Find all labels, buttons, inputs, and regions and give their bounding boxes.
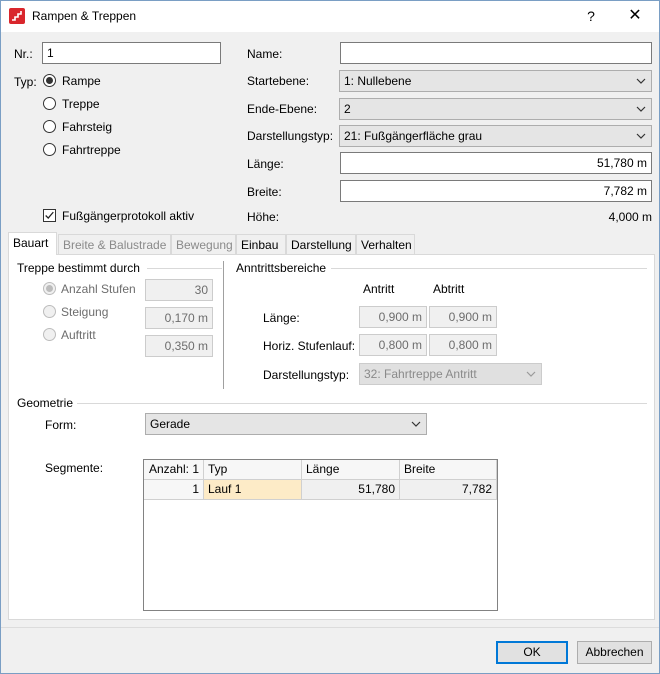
type-treppe-label: Treppe [62, 97, 100, 111]
horiz-stufenlauf-label: Horiz. Stufenlauf: [263, 339, 356, 353]
laenge-input[interactable]: 51,780 m [340, 152, 652, 174]
segments-header-anzahl[interactable]: Anzahl: 1 [144, 460, 204, 480]
footer-separator [1, 627, 659, 628]
darstellungstyp-select[interactable]: 21: Fußgängerfläche grau [339, 125, 652, 147]
startebene-label: Startebene: [247, 74, 310, 88]
group-separator [223, 261, 224, 389]
cancel-button[interactable]: Abbrechen [577, 641, 652, 664]
segments-header-typ[interactable]: Typ [204, 460, 302, 480]
horiz-antritt-input[interactable]: 0,800 m [359, 334, 427, 356]
breite-label: Breite: [247, 185, 282, 199]
treppe-auftritt-label: Auftritt [61, 328, 96, 342]
horiz-abtritt-input[interactable]: 0,800 m [429, 334, 497, 356]
breite-input[interactable]: 7,782 m [340, 180, 652, 202]
segments-cell-laenge[interactable]: 51,780 [302, 480, 400, 500]
segments-table[interactable]: Anzahl: 1 Typ Länge Breite 1 Lauf 1 51,7… [143, 459, 498, 611]
dialog-window: Rampen & Treppen ? ✕ Nr.: 1 Typ: Rampe T… [0, 0, 660, 674]
tab-einbau[interactable]: Einbau [236, 234, 286, 255]
darstellungstyp-value: 21: Fußgängerfläche grau [344, 129, 483, 143]
checkmark-icon [45, 211, 54, 219]
geometrie-group-label: Geometrie [17, 396, 74, 410]
nr-label: Nr.: [14, 47, 33, 61]
close-button[interactable]: ✕ [623, 5, 647, 27]
type-rampe-label: Rampe [62, 74, 101, 88]
name-label: Name: [247, 47, 283, 61]
segments-header-breite[interactable]: Breite [400, 460, 497, 480]
treppe-group-line [147, 268, 222, 269]
chevron-down-icon [411, 421, 421, 427]
treppe-anzahl-input[interactable]: 30 [145, 279, 213, 301]
segments-cell-breite[interactable]: 7,782 [400, 480, 497, 500]
treppe-group-label: Treppe bestimmt durch [17, 261, 140, 275]
type-fahrtreppe-radio[interactable] [43, 143, 56, 156]
chevron-down-icon [636, 133, 646, 139]
form-label: Form: [45, 418, 77, 432]
tab-darstellung[interactable]: Darstellung [286, 234, 356, 255]
treppe-anzahl-radio[interactable] [43, 282, 56, 295]
laenge-abtritt-input[interactable]: 0,900 m [429, 306, 497, 328]
typ-label: Typ: [14, 75, 37, 89]
tab-verhalten[interactable]: Verhalten [356, 234, 415, 255]
segmente-label: Segmente: [45, 461, 104, 475]
treppe-steigung-label: Steigung [61, 305, 109, 319]
anntritt-group-line [331, 268, 647, 269]
anntritt-laenge-label: Länge: [263, 311, 300, 325]
anntritt-darstellungstyp-label: Darstellungstyp: [263, 368, 350, 382]
col-abtritt-label: Abtritt [433, 282, 465, 296]
segments-row-index[interactable]: 1 [144, 480, 204, 500]
name-input[interactable] [340, 42, 652, 64]
help-button[interactable]: ? [579, 5, 603, 27]
chevron-down-icon [636, 78, 646, 84]
segments-header-laenge[interactable]: Länge [302, 460, 400, 480]
stairs-app-icon [9, 8, 25, 24]
endeebene-value: 2 [344, 102, 351, 116]
treppe-auftritt-input[interactable]: 0,350 m [145, 335, 213, 357]
chevron-down-icon [526, 371, 536, 377]
form-select[interactable]: Gerade [145, 413, 427, 435]
form-value: Gerade [150, 417, 191, 431]
endeebene-label: Ende-Ebene: [247, 102, 318, 116]
treppe-anzahl-label: Anzahl Stufen [61, 282, 136, 296]
hoehe-value: 4,000 m [608, 210, 652, 224]
laenge-antritt-input[interactable]: 0,900 m [359, 306, 427, 328]
anntritt-group-label: Anntrittsbereiche [236, 261, 327, 275]
anntritt-darstellungstyp-value: 32: Fahrtreppe Antritt [364, 367, 477, 381]
nr-input[interactable]: 1 [42, 42, 221, 64]
type-treppe-radio[interactable] [43, 97, 56, 110]
treppe-steigung-radio[interactable] [43, 305, 56, 318]
title-bar[interactable]: Rampen & Treppen ? ✕ [1, 1, 659, 32]
geometrie-group-line [77, 403, 647, 404]
tab-bewegung[interactable]: Bewegung [171, 234, 236, 255]
protocol-label: Fußgängerprotokoll aktiv [62, 209, 195, 223]
tab-breite-balustrade[interactable]: Breite & Balustrade [58, 234, 171, 255]
protocol-checkbox[interactable] [43, 209, 56, 222]
chevron-down-icon [636, 106, 646, 112]
ok-button[interactable]: OK [496, 641, 568, 664]
col-antritt-label: Antritt [363, 282, 395, 296]
laenge-label: Länge: [247, 157, 284, 171]
window-title: Rampen & Treppen [32, 9, 137, 23]
type-fahrsteig-label: Fahrsteig [62, 120, 113, 134]
segments-cell-typ[interactable]: Lauf 1 [204, 480, 302, 500]
type-fahrsteig-radio[interactable] [43, 120, 56, 133]
startebene-select[interactable]: 1: Nullebene [339, 70, 652, 92]
hoehe-label: Höhe: [247, 210, 280, 224]
startebene-value: 1: Nullebene [344, 74, 412, 88]
endeebene-select[interactable]: 2 [339, 98, 652, 120]
treppe-auftritt-radio[interactable] [43, 328, 56, 341]
treppe-steigung-input[interactable]: 0,170 m [145, 307, 213, 329]
darstellungstyp-label: Darstellungstyp: [247, 129, 334, 143]
anntritt-darstellungstyp-select[interactable]: 32: Fahrtreppe Antritt [359, 363, 542, 385]
type-fahrtreppe-label: Fahrtreppe [62, 143, 121, 157]
type-rampe-radio[interactable] [43, 74, 56, 87]
tab-bauart[interactable]: Bauart [8, 232, 57, 255]
